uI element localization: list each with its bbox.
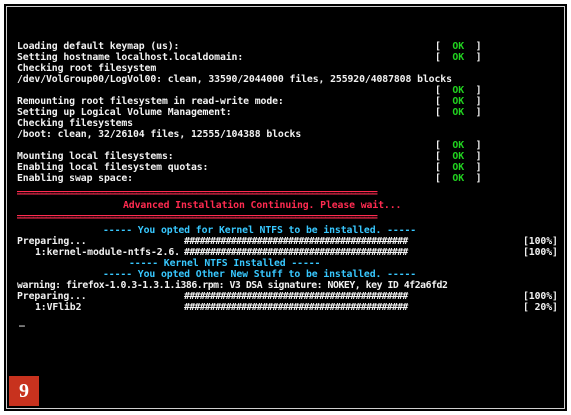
package-name: 1:VFlib2 [35, 302, 82, 313]
progress-percent: [100%] [523, 247, 558, 258]
text-cursor: _ [19, 316, 25, 327]
boot-line: Enabling swap space:[ OK ] [17, 173, 482, 184]
ok-status: [ OK ] [435, 173, 482, 184]
install-banner: Advanced Installation Continuing. Please… [123, 200, 402, 211]
ok-status: [ OK ] [435, 107, 482, 118]
boot-line: /dev/VolGroup00/LogVol00: clean, 33590/2… [17, 74, 452, 85]
screenshot-frame: Loading default keymap (us):[ OK ] Setti… [0, 0, 571, 415]
boot-line: /boot: clean, 32/26104 files, 12555/1043… [17, 129, 302, 140]
separator-line: ========================================… [17, 188, 378, 199]
separator-line: ========================================… [17, 212, 378, 223]
progress-percent: [ 20%] [523, 302, 558, 313]
figure-number-badge: 9 [9, 376, 39, 406]
console-output: Loading default keymap (us):[ OK ] Setti… [17, 41, 568, 379]
ok-status: [ OK ] [435, 52, 482, 63]
progress-bar: ########################################… [184, 302, 408, 313]
terminal-screen: Loading default keymap (us):[ OK ] Setti… [6, 6, 565, 409]
